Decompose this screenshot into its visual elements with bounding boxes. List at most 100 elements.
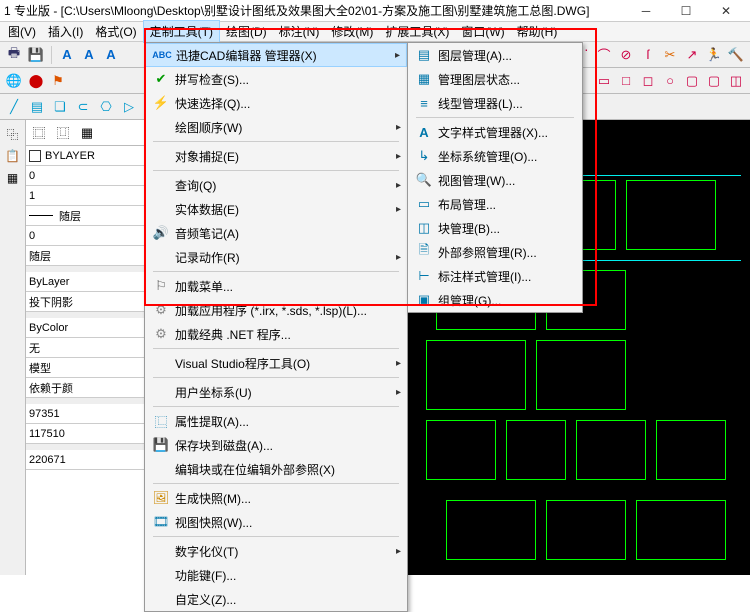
menu-spellcheck[interactable]: ✔ 拼写检查(S)... xyxy=(145,67,407,91)
sheet-icon[interactable]: ▦ xyxy=(3,168,23,188)
polygon-tool-icon[interactable]: ⎔ xyxy=(96,97,116,117)
save-icon[interactable]: 💾 xyxy=(26,45,46,65)
rectangle-tool-icon[interactable]: ▭ xyxy=(594,71,614,91)
square3-tool-icon[interactable]: ▢ xyxy=(704,71,724,91)
chevron-right-icon: ▸ xyxy=(396,358,401,369)
prop-val3: 220671 xyxy=(29,454,66,466)
prop-1: 1 xyxy=(29,190,35,202)
menu-entity-data[interactable]: 实体数据(E) ▸ xyxy=(145,197,407,221)
box-tool-icon[interactable]: □ xyxy=(616,71,636,91)
menu-record-actions[interactable]: 记录动作(R) ▸ xyxy=(145,245,407,269)
arc-tool-icon[interactable]: ⊂ xyxy=(73,97,93,117)
submenu-dimstyle-mgr[interactable]: ⊢ 标注样式管理(I)... xyxy=(408,264,582,288)
menu-format[interactable]: 格式(O) xyxy=(89,21,142,42)
menu-attr-extract[interactable]: ⿺ 属性提取(A)... xyxy=(145,409,407,433)
prop-val1: 97351 xyxy=(29,408,60,420)
textstyle-icon: A xyxy=(414,125,434,140)
menu-quickselect[interactable]: ⚡ 快速选择(Q)... xyxy=(145,91,407,115)
menu-draw[interactable]: 绘图(D) xyxy=(220,21,273,42)
snapshot-icon: 🖼 xyxy=(151,490,171,506)
submenu-layout-mgr[interactable]: ▭ 布局管理... xyxy=(408,192,582,216)
square-tool-icon[interactable]: ◻ xyxy=(638,71,658,91)
circle-tool-icon[interactable]: ○ xyxy=(660,71,680,91)
cut-icon[interactable]: ✂ xyxy=(660,45,680,65)
submenu-view-mgr[interactable]: 🔍 视图管理(W)... xyxy=(408,168,582,192)
menu-osnap[interactable]: 对象捕捉(E) ▸ xyxy=(145,144,407,168)
text-style-a-icon[interactable]: A xyxy=(57,45,77,65)
palette2-icon[interactable]: ⿶ xyxy=(53,123,73,143)
layers-icon[interactable]: ❏ xyxy=(50,97,70,117)
palette-icon[interactable]: ⿴ xyxy=(29,123,49,143)
globe-icon[interactable]: 🌐 xyxy=(4,71,24,91)
menu-help[interactable]: 帮助(H) xyxy=(511,21,564,42)
paste-icon[interactable]: 📋 xyxy=(3,146,23,166)
menu-load-app[interactable]: ⚙ 加载应用程序 (*.irx, *.sds, *.lsp)(L)... xyxy=(145,298,407,322)
menu-vslide[interactable]: 🎞 视图快照(W)... xyxy=(145,510,407,534)
menu-fkeys[interactable]: 功能键(F)... xyxy=(145,563,407,587)
menu-window[interactable]: 窗口(W) xyxy=(455,21,510,42)
menu-insert[interactable]: 插入(I) xyxy=(42,21,89,42)
window-title: 1 专业版 - [C:\Users\Mloong\Desktop\别墅设计图纸及… xyxy=(4,2,626,19)
prop-none: 无 xyxy=(29,340,40,356)
chevron-right-icon: ▸ xyxy=(396,151,401,162)
close-button[interactable]: ✕ xyxy=(706,0,746,22)
dim-arc-icon[interactable]: ⌒ xyxy=(594,45,614,65)
submenu-xref-mgr[interactable]: 🗎 外部参照管理(R)... xyxy=(408,240,582,264)
submenu-ucs-mgr[interactable]: ↳ 坐标系统管理(O)... xyxy=(408,144,582,168)
line-tool-icon[interactable]: ╱ xyxy=(4,97,24,117)
flag-icon[interactable]: ⚑ xyxy=(48,71,68,91)
abc-icon: ABC xyxy=(152,50,172,60)
layers-icon: ▤ xyxy=(414,47,434,63)
leader-icon[interactable]: ↗ xyxy=(682,45,702,65)
menu-mslide[interactable]: 🖼 生成快照(M)... xyxy=(145,486,407,510)
check-icon: ✔ xyxy=(151,71,171,87)
dim-radius-icon[interactable]: ſ xyxy=(638,45,658,65)
record-icon[interactable]: ⬤ xyxy=(26,71,46,91)
layout-icon: ▭ xyxy=(414,196,434,212)
menu-audio-notes[interactable]: 🔊 音频笔记(A) xyxy=(145,221,407,245)
menu-wblock[interactable]: 💾 保存块到磁盘(A)... xyxy=(145,433,407,457)
menu-customize[interactable]: 自定义(Z)... xyxy=(145,587,407,611)
prop-model: 模型 xyxy=(29,360,51,376)
submenu-layer-states[interactable]: ▦ 管理图层状态... xyxy=(408,67,582,91)
menu-edit-block[interactable]: 编辑块或在位编辑外部参照(X) xyxy=(145,457,407,481)
print-icon[interactable]: 🖶 xyxy=(4,45,24,65)
ucs-icon: ↳ xyxy=(414,148,434,164)
menu-tablet[interactable]: 数字化仪(T) ▸ xyxy=(145,539,407,563)
prop-0: 0 xyxy=(29,170,35,182)
submenu-linetype-mgr[interactable]: ≡ 线型管理器(L)... xyxy=(408,91,582,115)
submenu-layer-mgr[interactable]: ▤ 图层管理(A)... xyxy=(408,43,582,67)
group-icon: ▣ xyxy=(414,292,434,308)
square2-tool-icon[interactable]: ▢ xyxy=(682,71,702,91)
minimize-button[interactable]: ─ xyxy=(626,0,666,22)
menu-vs-tools[interactable]: Visual Studio程序工具(O) ▸ xyxy=(145,351,407,375)
submenu-textstyle-mgr[interactable]: A 文字样式管理器(X)... xyxy=(408,120,582,144)
menu-cad-manager[interactable]: ABC 迅捷CAD编辑器 管理器(X) ▸ xyxy=(145,43,407,67)
submenu-group-mgr[interactable]: ▣ 组管理(G)... xyxy=(408,288,582,312)
menu-ucs[interactable]: 用户坐标系(U) ▸ xyxy=(145,380,407,404)
layerstate-icon: ▦ xyxy=(414,71,434,87)
run-icon[interactable]: 🏃 xyxy=(704,45,724,65)
chevron-right-icon: ▸ xyxy=(396,204,401,215)
menu-dimension[interactable]: 标注(N) xyxy=(273,21,326,42)
doc-icon[interactable]: ▤ xyxy=(27,97,47,117)
text-style-a2-icon[interactable]: A xyxy=(79,45,99,65)
menu-load-net[interactable]: ⚙ 加载经典 .NET 程序... xyxy=(145,322,407,346)
menu-modify[interactable]: 修改(M) xyxy=(325,21,379,42)
copy-icon[interactable]: ⿻ xyxy=(3,124,23,144)
submenu-block-mgr[interactable]: ◫ 块管理(B)... xyxy=(408,216,582,240)
overlap-tool-icon[interactable]: ◫ xyxy=(726,71,746,91)
menu-inquiry[interactable]: 查询(Q) ▸ xyxy=(145,173,407,197)
maximize-button[interactable]: ☐ xyxy=(666,0,706,22)
menu-extend-tools[interactable]: 扩展工具(X) xyxy=(379,21,455,42)
menu-view[interactable]: 图(V) xyxy=(2,21,42,42)
dim-diameter-icon[interactable]: ⊘ xyxy=(616,45,636,65)
menu-custom-tools[interactable]: 定制工具(T) xyxy=(143,20,220,43)
triangle-icon[interactable]: ▷ xyxy=(119,97,139,117)
palette3-icon[interactable]: ▦ xyxy=(77,123,97,143)
text-style-a3-icon[interactable]: A xyxy=(101,45,121,65)
prop-lineweight: 随层 xyxy=(29,248,51,264)
hammer-icon[interactable]: 🔨 xyxy=(726,45,746,65)
menu-draworder[interactable]: 绘图顺序(W) ▸ xyxy=(145,115,407,139)
menu-load-menu[interactable]: ⚐ 加载菜单... xyxy=(145,274,407,298)
